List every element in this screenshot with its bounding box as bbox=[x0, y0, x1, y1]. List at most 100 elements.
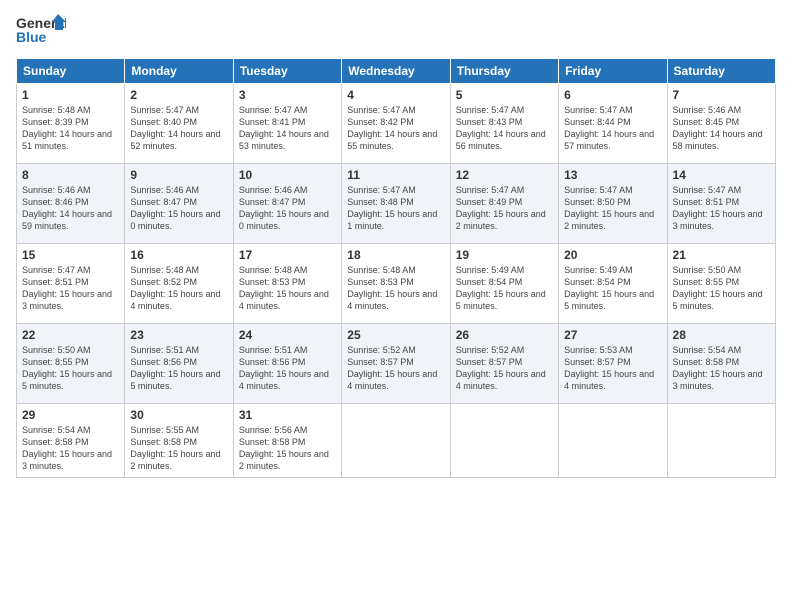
day-info: Sunrise: 5:48 AMSunset: 8:53 PMDaylight:… bbox=[239, 265, 329, 311]
day-number: 2 bbox=[130, 88, 227, 102]
day-number: 19 bbox=[456, 248, 553, 262]
cell-3-4: 26 Sunrise: 5:52 AMSunset: 8:57 PMDaylig… bbox=[450, 324, 558, 404]
day-info: Sunrise: 5:51 AMSunset: 8:56 PMDaylight:… bbox=[130, 345, 220, 391]
cell-2-6: 21 Sunrise: 5:50 AMSunset: 8:55 PMDaylig… bbox=[667, 244, 775, 324]
day-info: Sunrise: 5:55 AMSunset: 8:58 PMDaylight:… bbox=[130, 425, 220, 471]
header-row: SundayMondayTuesdayWednesdayThursdayFrid… bbox=[17, 59, 776, 84]
day-info: Sunrise: 5:47 AMSunset: 8:49 PMDaylight:… bbox=[456, 185, 546, 231]
cell-0-0: 1 Sunrise: 5:48 AMSunset: 8:39 PMDayligh… bbox=[17, 84, 125, 164]
day-number: 23 bbox=[130, 328, 227, 342]
day-number: 4 bbox=[347, 88, 444, 102]
cell-1-6: 14 Sunrise: 5:47 AMSunset: 8:51 PMDaylig… bbox=[667, 164, 775, 244]
day-number: 7 bbox=[673, 88, 770, 102]
day-number: 30 bbox=[130, 408, 227, 422]
day-info: Sunrise: 5:51 AMSunset: 8:56 PMDaylight:… bbox=[239, 345, 329, 391]
cell-1-5: 13 Sunrise: 5:47 AMSunset: 8:50 PMDaylig… bbox=[559, 164, 667, 244]
calendar-row-4: 22 Sunrise: 5:50 AMSunset: 8:55 PMDaylig… bbox=[17, 324, 776, 404]
day-info: Sunrise: 5:52 AMSunset: 8:57 PMDaylight:… bbox=[347, 345, 437, 391]
day-number: 31 bbox=[239, 408, 336, 422]
cell-2-1: 16 Sunrise: 5:48 AMSunset: 8:52 PMDaylig… bbox=[125, 244, 233, 324]
calendar-row-3: 15 Sunrise: 5:47 AMSunset: 8:51 PMDaylig… bbox=[17, 244, 776, 324]
cell-3-2: 24 Sunrise: 5:51 AMSunset: 8:56 PMDaylig… bbox=[233, 324, 341, 404]
day-number: 29 bbox=[22, 408, 119, 422]
day-number: 5 bbox=[456, 88, 553, 102]
cell-0-5: 6 Sunrise: 5:47 AMSunset: 8:44 PMDayligh… bbox=[559, 84, 667, 164]
calendar-body: 1 Sunrise: 5:48 AMSunset: 8:39 PMDayligh… bbox=[17, 84, 776, 478]
day-info: Sunrise: 5:54 AMSunset: 8:58 PMDaylight:… bbox=[673, 345, 763, 391]
day-info: Sunrise: 5:48 AMSunset: 8:39 PMDaylight:… bbox=[22, 105, 112, 151]
day-info: Sunrise: 5:53 AMSunset: 8:57 PMDaylight:… bbox=[564, 345, 654, 391]
header-saturday: Saturday bbox=[667, 59, 775, 84]
day-info: Sunrise: 5:46 AMSunset: 8:46 PMDaylight:… bbox=[22, 185, 112, 231]
day-info: Sunrise: 5:47 AMSunset: 8:51 PMDaylight:… bbox=[673, 185, 763, 231]
cell-1-1: 9 Sunrise: 5:46 AMSunset: 8:47 PMDayligh… bbox=[125, 164, 233, 244]
day-info: Sunrise: 5:47 AMSunset: 8:50 PMDaylight:… bbox=[564, 185, 654, 231]
day-info: Sunrise: 5:49 AMSunset: 8:54 PMDaylight:… bbox=[564, 265, 654, 311]
day-info: Sunrise: 5:47 AMSunset: 8:43 PMDaylight:… bbox=[456, 105, 546, 151]
day-number: 27 bbox=[564, 328, 661, 342]
cell-4-5 bbox=[559, 404, 667, 478]
page: General Blue SundayMondayTuesdayWednesda… bbox=[0, 0, 792, 612]
cell-2-5: 20 Sunrise: 5:49 AMSunset: 8:54 PMDaylig… bbox=[559, 244, 667, 324]
cell-1-3: 11 Sunrise: 5:47 AMSunset: 8:48 PMDaylig… bbox=[342, 164, 450, 244]
day-info: Sunrise: 5:47 AMSunset: 8:51 PMDaylight:… bbox=[22, 265, 112, 311]
header: General Blue bbox=[16, 12, 776, 50]
logo: General Blue bbox=[16, 12, 66, 50]
cell-2-0: 15 Sunrise: 5:47 AMSunset: 8:51 PMDaylig… bbox=[17, 244, 125, 324]
day-number: 24 bbox=[239, 328, 336, 342]
day-info: Sunrise: 5:47 AMSunset: 8:42 PMDaylight:… bbox=[347, 105, 437, 151]
logo-svg: General Blue bbox=[16, 12, 66, 50]
header-thursday: Thursday bbox=[450, 59, 558, 84]
cell-3-1: 23 Sunrise: 5:51 AMSunset: 8:56 PMDaylig… bbox=[125, 324, 233, 404]
day-number: 18 bbox=[347, 248, 444, 262]
cell-0-3: 4 Sunrise: 5:47 AMSunset: 8:42 PMDayligh… bbox=[342, 84, 450, 164]
cell-0-4: 5 Sunrise: 5:47 AMSunset: 8:43 PMDayligh… bbox=[450, 84, 558, 164]
cell-0-2: 3 Sunrise: 5:47 AMSunset: 8:41 PMDayligh… bbox=[233, 84, 341, 164]
day-info: Sunrise: 5:48 AMSunset: 8:52 PMDaylight:… bbox=[130, 265, 220, 311]
day-info: Sunrise: 5:52 AMSunset: 8:57 PMDaylight:… bbox=[456, 345, 546, 391]
day-number: 16 bbox=[130, 248, 227, 262]
cell-4-0: 29 Sunrise: 5:54 AMSunset: 8:58 PMDaylig… bbox=[17, 404, 125, 478]
cell-4-3 bbox=[342, 404, 450, 478]
header-monday: Monday bbox=[125, 59, 233, 84]
calendar-row-2: 8 Sunrise: 5:46 AMSunset: 8:46 PMDayligh… bbox=[17, 164, 776, 244]
day-number: 15 bbox=[22, 248, 119, 262]
day-number: 6 bbox=[564, 88, 661, 102]
day-number: 8 bbox=[22, 168, 119, 182]
day-info: Sunrise: 5:46 AMSunset: 8:47 PMDaylight:… bbox=[239, 185, 329, 231]
cell-0-6: 7 Sunrise: 5:46 AMSunset: 8:45 PMDayligh… bbox=[667, 84, 775, 164]
cell-4-4 bbox=[450, 404, 558, 478]
cell-3-5: 27 Sunrise: 5:53 AMSunset: 8:57 PMDaylig… bbox=[559, 324, 667, 404]
calendar-row-1: 1 Sunrise: 5:48 AMSunset: 8:39 PMDayligh… bbox=[17, 84, 776, 164]
day-number: 11 bbox=[347, 168, 444, 182]
day-info: Sunrise: 5:46 AMSunset: 8:45 PMDaylight:… bbox=[673, 105, 763, 151]
day-number: 14 bbox=[673, 168, 770, 182]
calendar-table: SundayMondayTuesdayWednesdayThursdayFrid… bbox=[16, 58, 776, 478]
day-number: 28 bbox=[673, 328, 770, 342]
day-info: Sunrise: 5:48 AMSunset: 8:53 PMDaylight:… bbox=[347, 265, 437, 311]
cell-2-2: 17 Sunrise: 5:48 AMSunset: 8:53 PMDaylig… bbox=[233, 244, 341, 324]
cell-1-0: 8 Sunrise: 5:46 AMSunset: 8:46 PMDayligh… bbox=[17, 164, 125, 244]
day-info: Sunrise: 5:46 AMSunset: 8:47 PMDaylight:… bbox=[130, 185, 220, 231]
cell-4-6 bbox=[667, 404, 775, 478]
cell-4-2: 31 Sunrise: 5:56 AMSunset: 8:58 PMDaylig… bbox=[233, 404, 341, 478]
day-info: Sunrise: 5:50 AMSunset: 8:55 PMDaylight:… bbox=[673, 265, 763, 311]
header-wednesday: Wednesday bbox=[342, 59, 450, 84]
day-info: Sunrise: 5:49 AMSunset: 8:54 PMDaylight:… bbox=[456, 265, 546, 311]
cell-1-4: 12 Sunrise: 5:47 AMSunset: 8:49 PMDaylig… bbox=[450, 164, 558, 244]
calendar-row-5: 29 Sunrise: 5:54 AMSunset: 8:58 PMDaylig… bbox=[17, 404, 776, 478]
day-info: Sunrise: 5:54 AMSunset: 8:58 PMDaylight:… bbox=[22, 425, 112, 471]
day-number: 22 bbox=[22, 328, 119, 342]
svg-text:Blue: Blue bbox=[16, 29, 47, 45]
cell-3-6: 28 Sunrise: 5:54 AMSunset: 8:58 PMDaylig… bbox=[667, 324, 775, 404]
day-number: 9 bbox=[130, 168, 227, 182]
cell-4-1: 30 Sunrise: 5:55 AMSunset: 8:58 PMDaylig… bbox=[125, 404, 233, 478]
day-number: 13 bbox=[564, 168, 661, 182]
cell-3-3: 25 Sunrise: 5:52 AMSunset: 8:57 PMDaylig… bbox=[342, 324, 450, 404]
day-info: Sunrise: 5:47 AMSunset: 8:40 PMDaylight:… bbox=[130, 105, 220, 151]
day-info: Sunrise: 5:56 AMSunset: 8:58 PMDaylight:… bbox=[239, 425, 329, 471]
day-number: 1 bbox=[22, 88, 119, 102]
day-info: Sunrise: 5:47 AMSunset: 8:48 PMDaylight:… bbox=[347, 185, 437, 231]
day-info: Sunrise: 5:47 AMSunset: 8:41 PMDaylight:… bbox=[239, 105, 329, 151]
header-friday: Friday bbox=[559, 59, 667, 84]
